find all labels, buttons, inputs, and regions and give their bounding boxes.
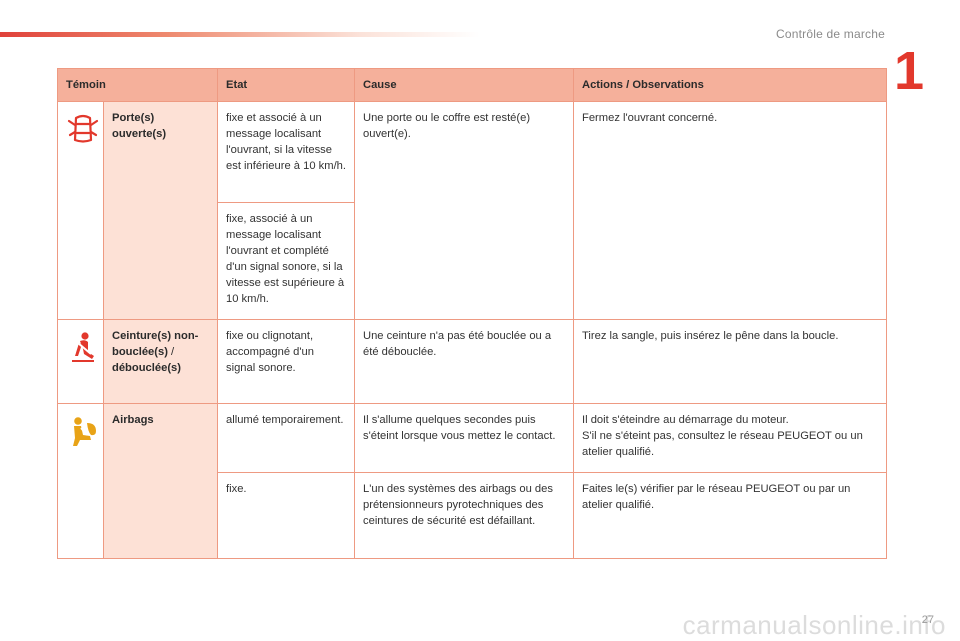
etat-cell: allumé temporairement. — [217, 403, 355, 473]
etat-cell: fixe, associé à un message localisant l'… — [217, 202, 355, 320]
table-row: Airbags allumé temporairement. Il s'allu… — [57, 403, 887, 559]
icon-cell — [57, 403, 104, 559]
name-cell-seatbelt: Ceinture(s) non-bouclée(s) / débouclée(s… — [103, 319, 218, 404]
etat-cell: fixe et associé à un message localisant … — [217, 101, 355, 203]
cause-cell: Une porte ou le coffre est resté(e) ouve… — [354, 101, 574, 320]
table-header-row: Témoin Etat Cause Actions / Observations — [57, 68, 887, 102]
name-cell-doors: Porte(s) ouverte(s) — [103, 101, 218, 320]
actions-line: Il doit s'éteindre au démarrage du moteu… — [582, 414, 789, 426]
table-row: Porte(s) ouverte(s) fixe et associé à un… — [57, 101, 887, 320]
header-actions: Actions / Observations — [573, 68, 887, 102]
airbag-icon — [66, 414, 100, 448]
actions-cell: Faites le(s) vérifier par le réseau PEUG… — [573, 472, 887, 559]
table-row: Ceinture(s) non-bouclée(s) / débouclée(s… — [57, 319, 887, 404]
etat-cell: fixe ou clignotant, accompagné d'un sign… — [217, 319, 355, 404]
chapter-number: 1 — [893, 41, 924, 101]
cause-cell: Il s'allume quelques secondes puis s'éte… — [354, 403, 574, 473]
seatbelt-name-alt: débouclée(s) — [112, 362, 182, 374]
actions-cell: Tirez la sangle, puis insérez le pêne da… — [573, 319, 887, 404]
page-number: 27 — [921, 614, 934, 626]
header-etat: Etat — [217, 68, 355, 102]
icon-cell — [57, 101, 104, 320]
icon-cell — [57, 319, 104, 404]
name-separator: / — [167, 346, 175, 358]
actions-cell: Il doit s'éteindre au démarrage du moteu… — [573, 403, 887, 473]
seatbelt-icon — [66, 330, 100, 364]
name-cell-airbags: Airbags — [103, 403, 218, 559]
section-title: Contrôle de marche — [776, 27, 885, 41]
header-accent-bar — [0, 32, 480, 37]
actions-line: S'il ne s'éteint pas, consultez le résea… — [582, 430, 863, 458]
cause-cell: L'un des systèmes des airbags ou des pré… — [354, 472, 574, 559]
header-temoin: Témoin — [57, 68, 218, 102]
header-cause: Cause — [354, 68, 574, 102]
door-open-icon — [66, 112, 100, 146]
actions-cell: Fermez l'ouvrant concerné. — [573, 101, 887, 320]
cause-cell: Une ceinture n'a pas été bouclée ou a ét… — [354, 319, 574, 404]
warning-lamps-table: Témoin Etat Cause Actions / Observations — [57, 68, 887, 559]
etat-cell: fixe. — [217, 472, 355, 559]
watermark: carmanualsonline.info — [682, 610, 946, 640]
seatbelt-name: Ceinture(s) non-bouclée(s) — [112, 330, 199, 358]
